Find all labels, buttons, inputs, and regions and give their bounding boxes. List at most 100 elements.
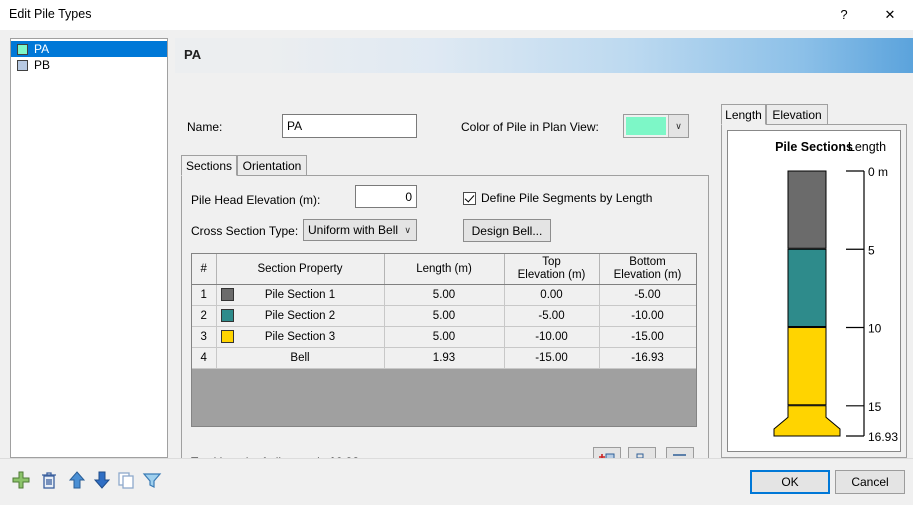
bottom-toolbar: OK Cancel <box>0 458 913 505</box>
cell-index: 2 <box>192 305 217 327</box>
sections-table[interactable]: # Section Property Length (m) Top Elevat… <box>191 253 697 427</box>
cell-section-property[interactable]: Pile Section 3 <box>216 326 385 348</box>
scale-tick-label: 16.93 <box>868 430 898 444</box>
col-header-top-elevation: Top Elevation (m) <box>504 254 600 285</box>
scale-tick-label: 15 <box>868 400 882 414</box>
plus-icon <box>12 471 30 489</box>
delete-button[interactable] <box>36 467 62 493</box>
main-pane: PA Name: Color of Pile in Plan View: ∨ S… <box>175 30 913 475</box>
close-icon[interactable]: ✕ <box>867 0 913 29</box>
tab-length[interactable]: Length <box>721 104 766 125</box>
col-header-index: # <box>192 254 217 285</box>
cell-section-property-label: Bell <box>290 352 310 364</box>
cell-length[interactable]: 5.00 <box>384 305 505 327</box>
help-icon[interactable]: ? <box>821 0 867 29</box>
pile-segments-group <box>773 170 841 437</box>
cell-top-elevation[interactable]: -10.00 <box>504 326 600 348</box>
section-color-swatch-icon <box>220 309 234 322</box>
cell-top-elevation[interactable]: 0.00 <box>504 284 600 306</box>
cell-section-property-label: Pile Section 3 <box>264 331 336 343</box>
cell-index: 3 <box>192 326 217 348</box>
cell-section-property-label: Pile Section 2 <box>264 310 336 322</box>
page-title: PA <box>184 47 202 62</box>
color-swatch-icon <box>17 59 28 71</box>
tab-elevation[interactable]: Elevation <box>766 104 828 125</box>
scale-tick-label: 10 <box>868 322 882 336</box>
chevron-down-icon[interactable]: ∨ <box>668 115 688 137</box>
design-bell-button[interactable]: Design Bell... <box>463 219 551 242</box>
name-label: Name: <box>187 120 223 134</box>
add-button[interactable] <box>8 467 34 493</box>
color-label: Color of Pile in Plan View: <box>461 120 599 134</box>
diagram-title-right: Length <box>848 140 886 154</box>
cross-section-type-value: Uniform with Bell <box>308 223 399 237</box>
cell-length[interactable]: 1.93 <box>384 347 505 369</box>
pile-head-elevation-label: Pile Head Elevation (m): <box>191 193 321 207</box>
cross-section-type-label: Cross Section Type: <box>191 224 299 238</box>
cell-length[interactable]: 5.00 <box>384 284 505 306</box>
pile-scale-axis: 0 m 5 10 15 16.93 <box>846 165 898 444</box>
list-item-label: PA <box>34 42 50 56</box>
checkbox-icon[interactable] <box>463 191 476 205</box>
move-down-button[interactable] <box>89 467 115 493</box>
col-header-section-property: Section Property <box>216 254 385 285</box>
section-color-swatch-icon <box>220 330 234 343</box>
cell-index: 1 <box>192 284 217 306</box>
table-header-row: # Section Property Length (m) Top Elevat… <box>192 254 696 285</box>
cross-section-type-dropdown[interactable]: Uniform with Bell ∨ <box>303 219 417 241</box>
cell-bottom-elevation[interactable]: -15.00 <box>599 326 696 348</box>
cell-section-property[interactable]: Bell <box>216 347 385 369</box>
title-bar: Edit Pile Types ? ✕ <box>0 0 913 31</box>
copy-icon <box>118 472 134 489</box>
cell-section-property-label: Pile Section 1 <box>264 289 336 301</box>
cell-bottom-elevation[interactable]: -5.00 <box>599 284 696 306</box>
scale-tick-label: 5 <box>868 243 875 257</box>
cell-section-property[interactable]: Pile Section 1 <box>216 284 385 306</box>
pile-segment <box>787 170 827 249</box>
arrow-down-icon <box>93 471 111 489</box>
pile-diagram: Pile Sections Length 0 m 5 10 15 16.93 <box>727 130 901 452</box>
duplicate-button[interactable] <box>113 467 139 493</box>
pile-diagram-svg: Pile Sections Length 0 m 5 10 15 16.93 <box>773 140 898 444</box>
table-row[interactable]: 3 Pile Section 3 5.00 -10.00 -15.00 <box>192 326 696 348</box>
cell-section-property[interactable]: Pile Section 2 <box>216 305 385 327</box>
pile-head-elevation-input[interactable] <box>355 185 417 208</box>
scale-tick-label: 0 m <box>868 165 888 179</box>
pile-segment <box>773 405 841 437</box>
color-swatch-icon <box>17 43 28 55</box>
cell-bottom-elevation[interactable]: -10.00 <box>599 305 696 327</box>
filter-button[interactable] <box>139 467 165 493</box>
name-input[interactable] <box>282 114 417 138</box>
diagram-title-left: Pile Sections <box>775 140 853 154</box>
cell-index: 4 <box>192 347 217 369</box>
trash-icon <box>42 472 56 489</box>
cell-top-elevation[interactable]: -15.00 <box>504 347 600 369</box>
tab-sections[interactable]: Sections <box>181 155 237 176</box>
define-by-length-label: Define Pile Segments by Length <box>481 191 653 205</box>
dialog-content: PA PB PA Name: Color of Pile in Plan Vie… <box>0 30 913 475</box>
ok-button[interactable]: OK <box>750 470 830 494</box>
col-header-bottom-elevation: Bottom Elevation (m) <box>599 254 696 285</box>
table-row[interactable]: 1 Pile Section 1 5.00 0.00 -5.00 <box>192 284 696 306</box>
cancel-button[interactable]: Cancel <box>835 470 905 494</box>
tab-orientation[interactable]: Orientation <box>237 155 307 176</box>
table-row[interactable]: 2 Pile Section 2 5.00 -5.00 -10.00 <box>192 305 696 327</box>
pile-type-list[interactable]: PA PB <box>10 38 168 458</box>
pile-color-dropdown[interactable]: ∨ <box>623 114 689 138</box>
cell-bottom-elevation[interactable]: -16.93 <box>599 347 696 369</box>
pile-segment <box>787 248 827 328</box>
arrow-up-icon <box>68 471 86 489</box>
table-row[interactable]: 4 Bell 1.93 -15.00 -16.93 <box>192 347 696 369</box>
move-up-button[interactable] <box>64 467 90 493</box>
header-band <box>175 38 913 73</box>
list-item-label: PB <box>34 58 51 72</box>
define-by-length-checkbox[interactable]: Define Pile Segments by Length <box>463 191 652 205</box>
list-item[interactable]: PB <box>11 57 167 73</box>
color-preview-swatch <box>626 117 666 135</box>
chevron-down-icon[interactable]: ∨ <box>404 225 411 236</box>
cell-top-elevation[interactable]: -5.00 <box>504 305 600 327</box>
funnel-icon <box>142 473 162 488</box>
cell-length[interactable]: 5.00 <box>384 326 505 348</box>
section-color-swatch-icon <box>220 288 234 301</box>
list-item[interactable]: PA <box>11 41 167 57</box>
